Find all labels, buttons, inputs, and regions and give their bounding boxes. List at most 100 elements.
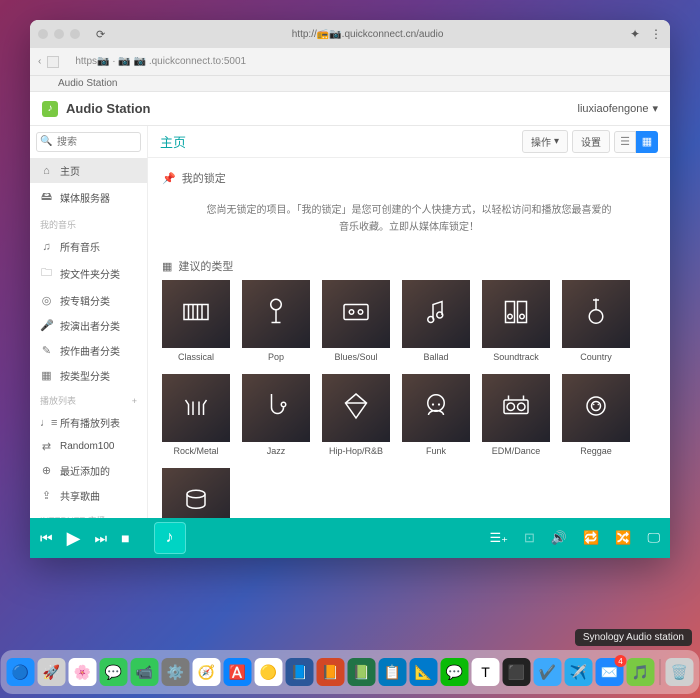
genre-item[interactable]: Reggae: [562, 374, 630, 456]
note-heart-icon: [418, 294, 454, 335]
genre-item[interactable]: Soundtrack: [482, 280, 550, 362]
dock-icon-appstore[interactable]: 🅰️: [224, 658, 252, 686]
dock-icon-vscode[interactable]: 📐: [410, 658, 438, 686]
genre-label: Country: [580, 352, 612, 362]
sidebar: 🔍 ⌂ 主页🖴 媒体服务器 我的音乐♫ 所有音乐🗀 按文件夹分类◎ 按专辑分类🎤…: [30, 126, 148, 518]
dock-icon-trash[interactable]: 🗑️: [666, 658, 694, 686]
sidebar-item-label: Random100: [60, 441, 114, 452]
volume-button[interactable]: 🔊: [551, 530, 567, 546]
reload-icon[interactable]: ⟳: [96, 28, 105, 41]
back-icon[interactable]: ‹: [38, 56, 41, 67]
maximize-window-icon[interactable]: [70, 29, 80, 39]
sidebar-item-home[interactable]: ⌂ 主页: [30, 158, 147, 183]
repeat-button[interactable]: 🔁: [583, 530, 599, 546]
sidebar-item-composer[interactable]: ✎ 按作曲者分类: [30, 338, 147, 363]
horns-icon: [178, 388, 214, 429]
excel-icon: 📗: [353, 664, 370, 681]
genre-item[interactable]: Rock/Metal: [162, 374, 230, 456]
spark-icon: ✉️: [601, 664, 618, 681]
dock-icon-messages[interactable]: 💬: [100, 658, 128, 686]
sidebar-item-disc[interactable]: ◎ 按专辑分类: [30, 288, 147, 313]
grid-view-button[interactable]: ▦: [636, 131, 658, 153]
shuffle-button[interactable]: 🔀: [615, 530, 631, 546]
menu-icon[interactable]: ⋮: [650, 27, 662, 41]
traffic-lights: [38, 29, 80, 39]
lyrics-button[interactable]: ⊡: [524, 530, 535, 546]
output-device-button[interactable]: 🖵: [647, 530, 660, 546]
dock-icon-facetime[interactable]: 📹: [131, 658, 159, 686]
dock-icon-launchpad[interactable]: 🚀: [38, 658, 66, 686]
genre-item[interactable]: Hip-Hop/R&B: [322, 374, 390, 456]
sidebar-item-artist[interactable]: 🎤 按演出者分类: [30, 313, 147, 338]
dock-icon-finder[interactable]: 🔵: [7, 658, 35, 686]
dock-icon-word[interactable]: 📘: [286, 658, 314, 686]
shuffle-icon: ⇄: [40, 440, 53, 453]
list-icon: ♩≡: [40, 417, 53, 429]
sidebar-item-plus[interactable]: ⊕ 最近添加的: [30, 458, 147, 483]
genre-item[interactable]: World/Spiritual: [162, 468, 230, 518]
sidebar-item-share[interactable]: ⇪ 共享歌曲: [30, 483, 147, 508]
pin-empty-message: 您尚无锁定的项目。「我的锁定」是您可创建的个人快捷方式，以轻松访问和播放您最喜爱…: [162, 192, 656, 254]
favicon-icon: [47, 56, 59, 68]
server-icon: 🖴: [40, 188, 53, 207]
extensions-icon[interactable]: ✦: [630, 27, 640, 41]
list-view-button[interactable]: ☰: [614, 131, 636, 153]
dock-icon-chrome[interactable]: 🟡: [255, 658, 283, 686]
diamond-icon: [338, 388, 374, 429]
sidebar-item-label: 最近添加的: [60, 463, 110, 478]
sidebar-item-list[interactable]: ♩≡ 所有播放列表: [30, 410, 147, 435]
wechat-icon: 💬: [446, 664, 463, 681]
genre-label: Blues/Soul: [334, 352, 377, 362]
address-bar[interactable]: http://📻📷.quickconnect.cn/audio: [105, 29, 630, 40]
sidebar-item-server[interactable]: 🖴 媒体服务器: [30, 183, 147, 212]
genre-item[interactable]: Jazz: [242, 374, 310, 456]
dock-icon-wechat[interactable]: 💬: [441, 658, 469, 686]
dock-icon-typora[interactable]: T: [472, 658, 500, 686]
dock-icon-trello[interactable]: 📋: [379, 658, 407, 686]
something-icon: ✔️: [539, 664, 556, 681]
sidebar-item-note[interactable]: ♫ 所有音乐: [30, 234, 147, 259]
previous-track-button[interactable]: ⏮: [40, 530, 53, 547]
sidebar-item-folder[interactable]: 🗀 按文件夹分类: [30, 259, 147, 288]
app-header: ♪ Audio Station liuxiaofengone ▾: [30, 92, 670, 126]
tab-title-row: Audio Station: [30, 76, 670, 92]
queue-button[interactable]: ☰₊: [489, 530, 508, 546]
genre-item[interactable]: Pop: [242, 280, 310, 362]
play-button[interactable]: ▶: [67, 528, 81, 549]
genre-item[interactable]: Ballad: [402, 280, 470, 362]
actions-dropdown[interactable]: 操作 ▾: [522, 130, 568, 153]
dock-icon-safari[interactable]: 🧭: [193, 658, 221, 686]
sidebar-item-genre-grid[interactable]: ▦ 按类型分类: [30, 363, 147, 388]
dock-icon-settings[interactable]: ⚙️: [162, 658, 190, 686]
add-icon[interactable]: +: [132, 396, 137, 406]
main-area: 主页 操作 ▾ 设置 ☰ ▦ 📌 我的锁定 您尚无: [148, 126, 670, 518]
dock-icon-something[interactable]: ✔️: [534, 658, 562, 686]
sidebar-item-shuffle[interactable]: ⇄ Random100: [30, 435, 147, 458]
user-menu[interactable]: liuxiaofengone ▾: [578, 102, 658, 115]
dock-icon-photos[interactable]: 🌸: [69, 658, 97, 686]
dock-icon-spark[interactable]: ✉️4: [596, 658, 624, 686]
minimize-window-icon[interactable]: [54, 29, 64, 39]
close-window-icon[interactable]: [38, 29, 48, 39]
drum-icon: [178, 482, 214, 519]
dock: 🔵🚀🌸💬📹⚙️🧭🅰️🟡📘📙📗📋📐💬T⬛✔️✈️✉️4🎵🗑️: [1, 650, 700, 694]
dock-icon-telegram[interactable]: ✈️: [565, 658, 593, 686]
tab-strip: ‹ https📷 · 📷 📷 .quickconnect.to:5001: [30, 48, 670, 76]
genre-item[interactable]: Classical: [162, 280, 230, 362]
stop-button[interactable]: ■: [121, 530, 129, 546]
now-playing-cover[interactable]: ♪: [154, 522, 186, 554]
dock-icon-excel[interactable]: 📗: [348, 658, 376, 686]
settings-button[interactable]: 设置: [572, 130, 610, 153]
genre-item[interactable]: EDM/Dance: [482, 374, 550, 456]
settings-label: 设置: [581, 134, 601, 149]
genre-label: Soundtrack: [493, 352, 539, 362]
genre-item[interactable]: Funk: [402, 374, 470, 456]
dock-icon-powerpoint[interactable]: 📙: [317, 658, 345, 686]
sidebar-group-header: 播放列表+: [30, 388, 147, 410]
genre-item[interactable]: Blues/Soul: [322, 280, 390, 362]
next-track-button[interactable]: ⏭: [94, 530, 107, 547]
dock-icon-terminal[interactable]: ⬛: [503, 658, 531, 686]
dock-icon-audio-station[interactable]: 🎵: [627, 658, 655, 686]
home-icon: ⌂: [40, 165, 53, 177]
genre-item[interactable]: Country: [562, 280, 630, 362]
